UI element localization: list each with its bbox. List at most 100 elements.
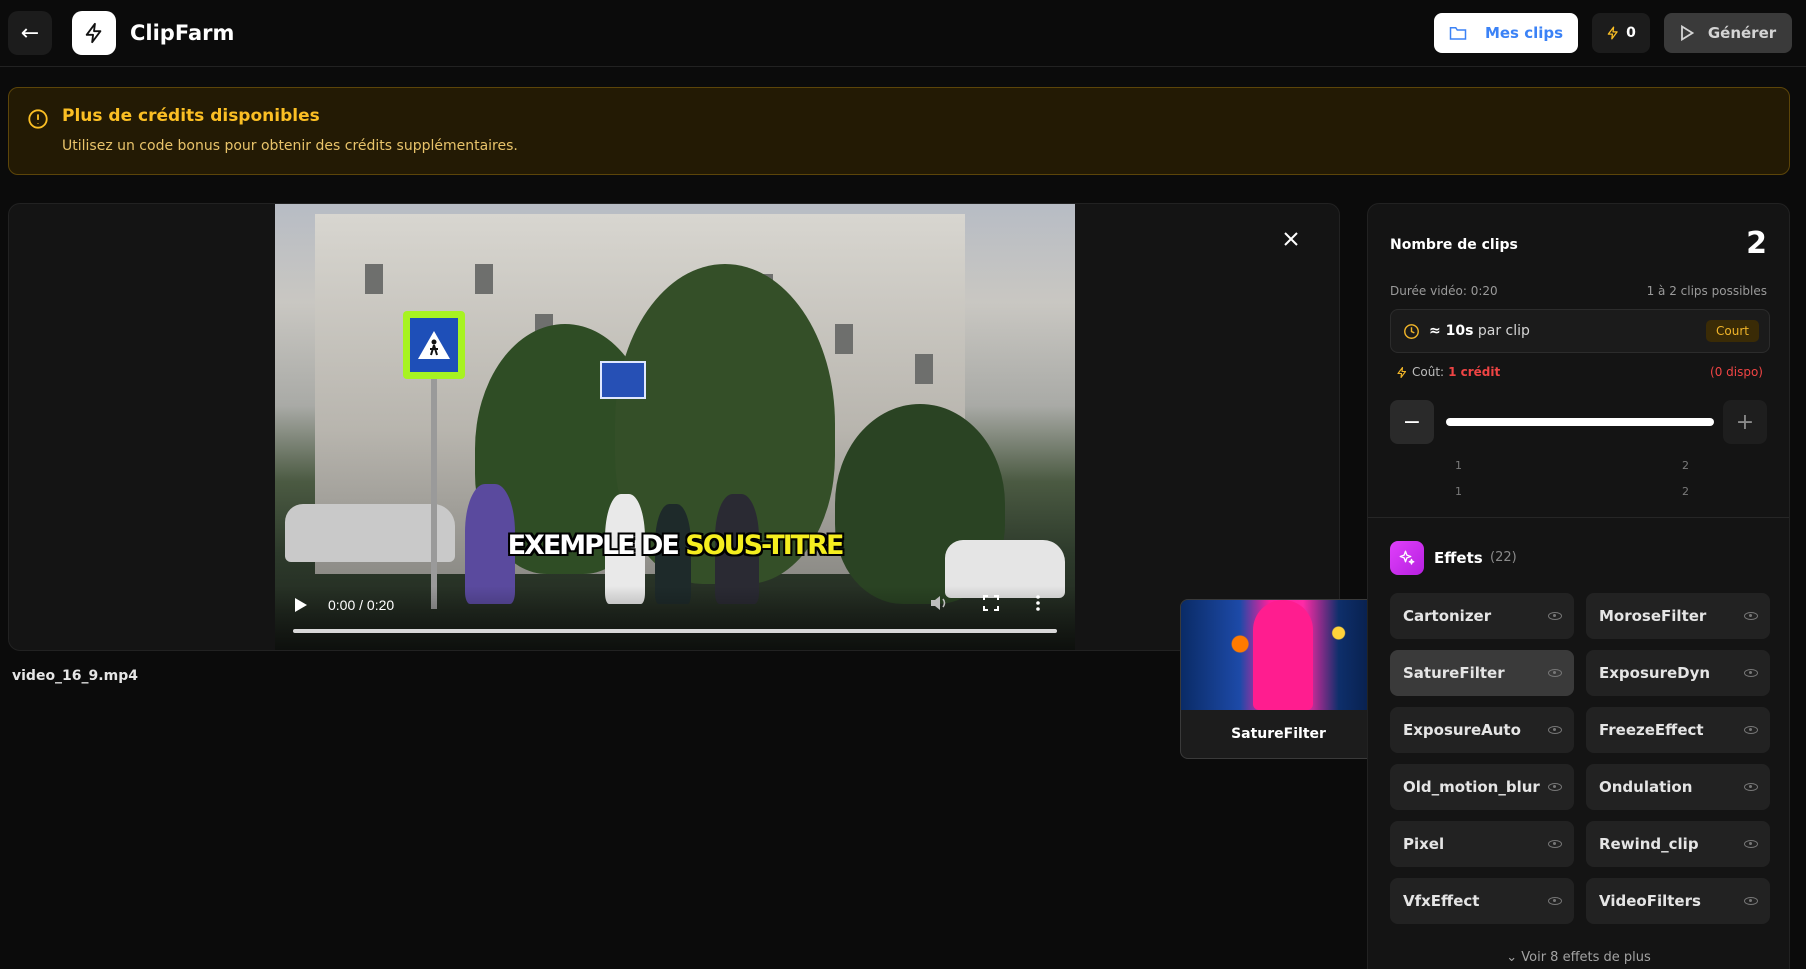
credits-button[interactable]: 0 (1592, 13, 1650, 53)
chevron-down-icon: ⌄ (1506, 950, 1518, 965)
show-more-effects-link[interactable]: ⌄ Voir 8 effets de plus (1368, 950, 1789, 965)
back-button[interactable]: ← (8, 11, 52, 55)
my-clips-button[interactable]: Mes clips (1434, 13, 1578, 53)
show-more-label: Voir 8 effets de plus (1521, 950, 1651, 965)
cost-info: Coût: 1 crédit (1396, 365, 1500, 379)
eye-icon[interactable] (1744, 783, 1758, 791)
app-logo (72, 11, 116, 55)
increase-clips-button[interactable]: + (1723, 400, 1767, 444)
effect-name: Rewind_clip (1599, 835, 1699, 853)
eye-icon[interactable] (1548, 897, 1562, 905)
video-scene-window (915, 354, 933, 384)
eye-icon[interactable] (1548, 612, 1562, 620)
sparkles-icon (1399, 550, 1415, 565)
banner-title: Plus de crédits disponibles (62, 106, 320, 126)
effect-item[interactable]: Old_motion_blur (1390, 764, 1574, 810)
effect-name: VideoFilters (1599, 892, 1701, 910)
per-clip-text: ≈ 10s par clip (1429, 323, 1530, 339)
eye-icon[interactable] (1744, 897, 1758, 905)
effect-item[interactable]: Rewind_clip (1586, 821, 1770, 867)
effect-name: VfxEffect (1403, 892, 1480, 910)
fullscreen-icon[interactable] (983, 595, 999, 615)
video-player[interactable]: EXEMPLE DE SOUS-TITRE 0:00 / 0:20 (275, 204, 1075, 650)
eye-icon[interactable] (1548, 783, 1562, 791)
effect-name: FreezeEffect (1599, 721, 1704, 739)
crosswalk-sign (403, 311, 465, 379)
alert-circle-icon (28, 109, 48, 129)
video-subtitle: EXEMPLE DE SOUS-TITRE (275, 530, 1075, 561)
video-time: 0:00 / 0:20 (328, 597, 395, 613)
volume-icon[interactable] (930, 595, 948, 615)
more-options-icon[interactable] (1035, 595, 1041, 615)
effect-name: Cartonizer (1403, 607, 1492, 625)
video-scene-window (365, 264, 383, 294)
per-clip-value: ≈ 10s (1429, 323, 1474, 339)
eye-icon[interactable] (1548, 840, 1562, 848)
banner-subtitle: Utilisez un code bonus pour obtenir des … (62, 138, 518, 154)
play-icon[interactable] (295, 598, 307, 612)
clips-count-value: 2 (1746, 226, 1767, 261)
effect-name: ExposureAuto (1403, 721, 1521, 739)
app-title: ClipFarm (130, 21, 235, 45)
effect-item[interactable]: VideoFilters (1586, 878, 1770, 924)
sidebar-divider (1368, 517, 1789, 518)
clips-slider[interactable] (1446, 418, 1714, 426)
video-scene-window (835, 324, 853, 354)
cost-label: Coût: (1412, 365, 1445, 379)
plus-icon: + (1735, 409, 1755, 435)
decrease-clips-button[interactable]: − (1390, 400, 1434, 444)
video-scene-window (475, 264, 493, 294)
lightning-icon (1397, 366, 1407, 378)
effect-item[interactable]: SatureFilter (1390, 650, 1574, 696)
effects-grid: Cartonizer MoroseFilter SatureFilter Exp… (1390, 593, 1770, 924)
eye-icon[interactable] (1548, 669, 1562, 677)
effect-item[interactable]: VfxEffect (1390, 878, 1574, 924)
generate-button[interactable]: Générer (1664, 13, 1792, 53)
subtitle-highlight: SOUS-TITRE (685, 530, 844, 561)
video-filename: video_16_9.mp4 (12, 668, 138, 684)
per-clip-info: ≈ 10s par clip Court (1390, 309, 1770, 353)
effect-item[interactable]: ExposureDyn (1586, 650, 1770, 696)
generate-label: Générer (1707, 24, 1777, 42)
minus-icon: − (1402, 409, 1422, 435)
effect-preview-image (1181, 600, 1376, 710)
slider-min-tick: 1 (1455, 485, 1462, 498)
close-video-button[interactable] (1283, 228, 1299, 253)
eye-icon[interactable] (1548, 726, 1562, 734)
effect-name: SatureFilter (1403, 664, 1505, 682)
eye-icon[interactable] (1744, 669, 1758, 677)
effect-name: Pixel (1403, 835, 1445, 853)
arrow-left-icon: ← (20, 20, 40, 46)
effect-item[interactable]: ExposureAuto (1390, 707, 1574, 753)
effect-name: ExposureDyn (1599, 664, 1711, 682)
effects-icon (1390, 541, 1424, 575)
effect-item[interactable]: Cartonizer (1390, 593, 1574, 639)
clock-icon (1404, 324, 1419, 339)
eye-icon[interactable] (1744, 726, 1758, 734)
video-progress-bar[interactable] (293, 629, 1057, 633)
video-duration: Durée vidéo: 0:20 (1390, 284, 1498, 298)
pedestrian-icon (418, 331, 450, 359)
eye-icon[interactable] (1744, 840, 1758, 848)
eye-icon[interactable] (1744, 612, 1758, 620)
effect-item[interactable]: MoroseFilter (1586, 593, 1770, 639)
lightning-icon (1607, 26, 1618, 40)
clips-count-label: Nombre de clips (1390, 237, 1518, 253)
credits-count: 0 (1626, 25, 1636, 41)
effects-title: Effets (1434, 549, 1483, 567)
folder-icon (1449, 27, 1467, 40)
effect-item[interactable]: FreezeEffect (1586, 707, 1770, 753)
cost-value: 1 crédit (1448, 365, 1501, 379)
effects-count: (22) (1490, 550, 1517, 565)
slider-max-tick: 2 (1682, 459, 1689, 472)
settings-sidebar: Nombre de clips 2 Durée vidéo: 0:20 1 à … (1367, 203, 1790, 969)
lane-sign (600, 361, 646, 399)
video-controls: 0:00 / 0:20 (275, 586, 1075, 650)
subtitle-prefix: EXEMPLE DE (507, 530, 686, 561)
effect-item[interactable]: Pixel (1390, 821, 1574, 867)
credits-banner: Plus de crédits disponibles Utilisez un … (8, 87, 1790, 175)
slider-max-tick: 2 (1682, 485, 1689, 498)
clips-possible: 1 à 2 clips possibles (1646, 284, 1767, 298)
effect-item[interactable]: Ondulation (1586, 764, 1770, 810)
my-clips-label: Mes clips (1484, 24, 1564, 42)
